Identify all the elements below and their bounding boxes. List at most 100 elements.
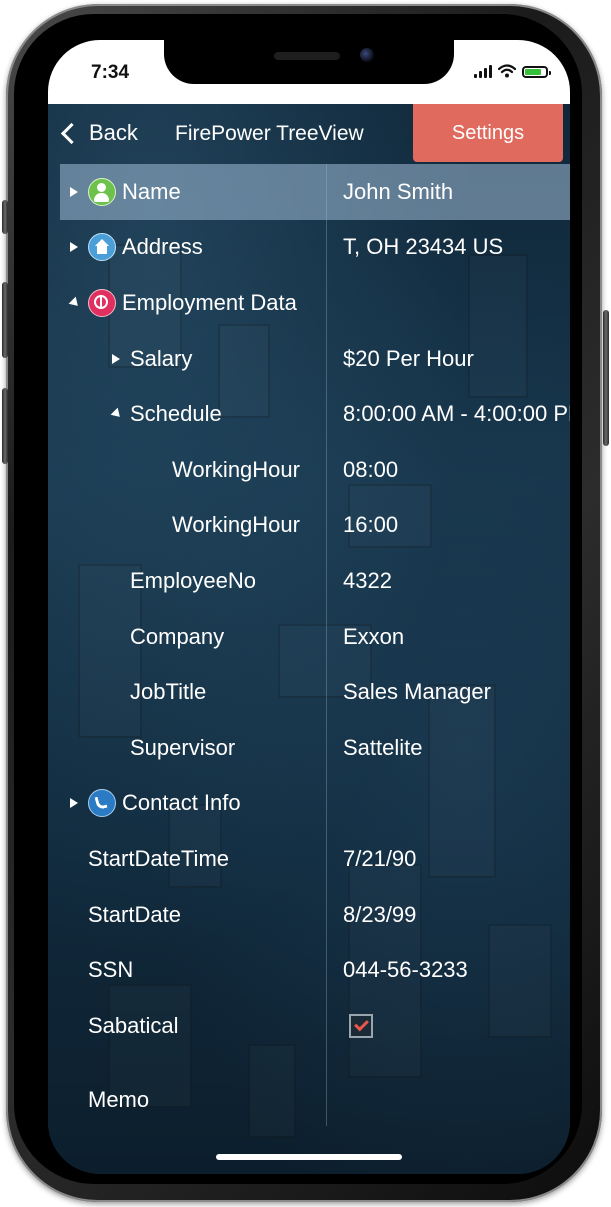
row-label: Company [130, 623, 225, 649]
collapsed-arrow-icon[interactable] [112, 353, 120, 364]
tree-row[interactable]: Schedule 8:00:00 AM - 4:00:00 PM [60, 386, 570, 442]
tree-row[interactable]: Employment Data [60, 275, 570, 331]
tree-row[interactable]: StartDateTime 7/21/90 [60, 831, 570, 887]
row-value-cell: Sattelite [343, 720, 570, 776]
row-label: JobTitle [130, 679, 207, 705]
front-camera [360, 48, 374, 62]
tree-row[interactable]: Name John Smith [60, 164, 570, 220]
row-value-cell: 08:00 [343, 442, 570, 498]
row-value-cell: 16:00 [343, 498, 570, 554]
signal-icon [474, 64, 492, 78]
row-value: John Smith [343, 178, 454, 204]
row-value-cell: $20 Per Hour [343, 331, 570, 387]
expanded-arrow-icon[interactable] [110, 407, 124, 421]
row-value: 8/23/99 [343, 901, 417, 927]
row-label: WorkingHour [172, 512, 300, 538]
app-view: Back FirePower TreeView Settings Name Joh… [48, 104, 570, 1174]
tree-row[interactable]: Contact Info [60, 776, 570, 832]
row-value-cell [343, 1054, 570, 1146]
navigation-bar: Back FirePower TreeView Settings [48, 104, 570, 164]
notch [164, 40, 454, 84]
back-button-label: Back [89, 120, 138, 145]
row-value: T, OH 23434 US [343, 234, 504, 260]
row-value: 08:00 [343, 456, 399, 482]
row-value: 044-56-3233 [343, 957, 468, 983]
chevron-left-icon [60, 122, 83, 144]
person-icon [88, 177, 116, 206]
row-label-cell: WorkingHour [172, 498, 300, 554]
speaker [274, 52, 340, 60]
row-value: 4322 [343, 567, 392, 593]
row-label: StartDate [88, 901, 181, 927]
tree-row[interactable]: SSN 044-56-3233 [60, 942, 570, 998]
row-label: Salary [130, 345, 193, 371]
wifi-icon [498, 64, 516, 78]
tree-grid: Name John Smith Address T, OH 23434 US Emplo… [60, 164, 570, 1146]
mute-switch [2, 200, 8, 234]
home-indicator[interactable] [216, 1154, 402, 1160]
row-label: Address [122, 234, 203, 260]
phone-icon [88, 789, 116, 818]
volume-down-button [2, 388, 8, 464]
row-value: Exxon [343, 623, 405, 649]
battery-icon [522, 66, 551, 78]
tree-row[interactable]: Memo [60, 1054, 570, 1146]
row-label-cell: JobTitle [130, 664, 206, 720]
row-label: Name [122, 178, 181, 204]
row-value: Sales Manager [343, 679, 491, 705]
row-value-cell: 8:00:00 AM - 4:00:00 PM [343, 386, 570, 442]
row-value-cell: Exxon [343, 609, 570, 665]
checkmark-icon [353, 1016, 369, 1032]
row-label-cell: Memo [88, 1054, 149, 1146]
tree-row[interactable]: Supervisor Sattelite [60, 720, 570, 776]
row-value-cell: 4322 [343, 553, 570, 609]
home-icon [88, 233, 116, 262]
sabatical-checkbox[interactable] [349, 1013, 373, 1038]
phone-screen: 7:34 Back FirePower TreeView Settings Na… [48, 40, 570, 1174]
tree-row[interactable]: Sabatical [60, 998, 570, 1054]
tree-row[interactable]: StartDate 8/23/99 [60, 887, 570, 943]
row-value: 8:00:00 AM - 4:00:00 PM [343, 401, 570, 427]
row-label-cell: WorkingHour [172, 442, 300, 498]
row-value-cell [343, 998, 570, 1054]
tree-row[interactable]: Salary $20 Per Hour [60, 331, 570, 387]
row-label-cell: EmployeeNo [130, 553, 256, 609]
status-time: 7:34 [91, 62, 130, 83]
row-value-cell: Sales Manager [343, 664, 570, 720]
tree-row[interactable]: EmployeeNo 4322 [60, 553, 570, 609]
row-label-cell: Company [130, 609, 224, 665]
row-label: Schedule [130, 401, 222, 427]
row-label-cell: Supervisor [130, 720, 235, 776]
row-label: EmployeeNo [130, 567, 256, 593]
row-value-cell: 044-56-3233 [343, 942, 570, 998]
tree-row[interactable]: WorkingHour 16:00 [60, 498, 570, 554]
row-label: Contact Info [122, 790, 241, 816]
row-label: Memo [88, 1086, 150, 1112]
expanded-arrow-icon[interactable] [68, 296, 82, 310]
row-label: Employment Data [122, 289, 297, 315]
row-label: Sabatical [88, 1012, 179, 1038]
collapsed-arrow-icon[interactable] [70, 242, 78, 253]
tree-row[interactable]: WorkingHour 08:00 [60, 442, 570, 498]
row-label-cell: Name [88, 164, 181, 220]
row-value: Sattelite [343, 734, 423, 760]
collapsed-arrow-icon[interactable] [70, 798, 78, 809]
row-label-cell: Contact Info [88, 776, 241, 832]
row-label: WorkingHour [172, 456, 300, 482]
collapsed-arrow-icon[interactable] [70, 186, 78, 197]
globe-icon [88, 288, 116, 317]
row-label-cell: Address [88, 220, 203, 276]
row-value: $20 Per Hour [343, 345, 474, 371]
row-value-cell: John Smith [343, 164, 570, 220]
row-value: 7/21/90 [343, 845, 417, 871]
row-label-cell: Sabatical [88, 998, 179, 1054]
tree-row[interactable]: Address T, OH 23434 US [60, 220, 570, 276]
tree-row[interactable]: Company Exxon [60, 609, 570, 665]
back-button[interactable]: Back [60, 120, 138, 146]
row-value-cell: 8/23/99 [343, 887, 570, 943]
row-label: StartDateTime [88, 845, 230, 871]
settings-button[interactable]: Settings [413, 104, 563, 162]
tree-row[interactable]: JobTitle Sales Manager [60, 664, 570, 720]
volume-up-button [2, 282, 8, 358]
row-label-cell: StartDateTime [88, 831, 229, 887]
